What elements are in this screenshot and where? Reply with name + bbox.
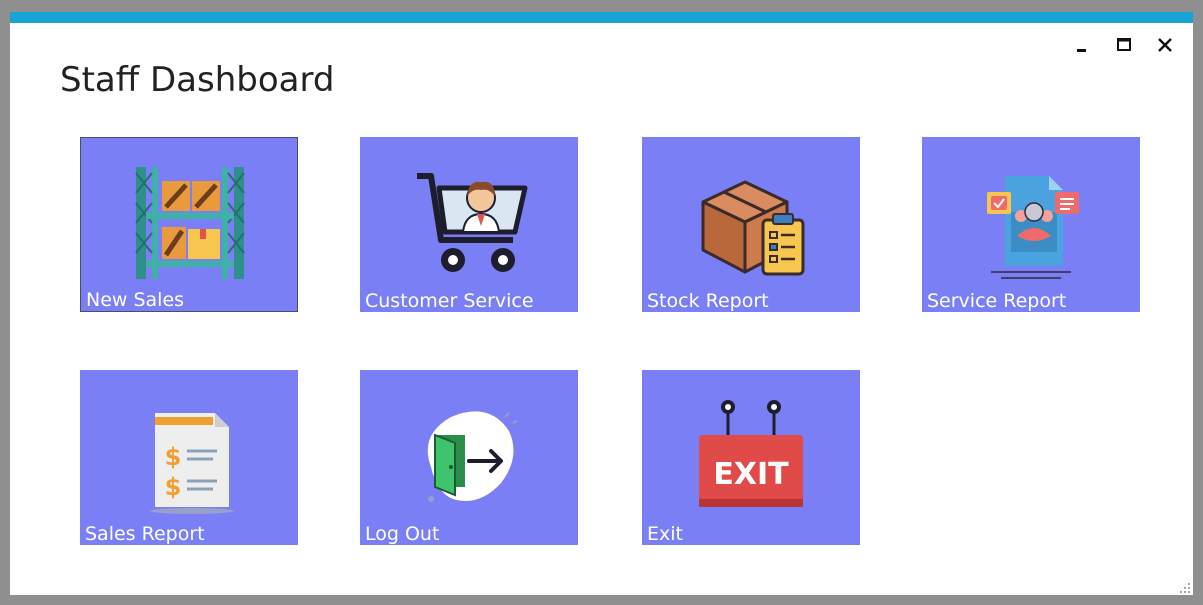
tile-label: Exit bbox=[647, 523, 683, 545]
tile-label: Stock Report bbox=[647, 290, 769, 312]
title-accent-bar bbox=[10, 12, 1193, 23]
box-clipboard-icon bbox=[691, 162, 811, 282]
tile-exit[interactable]: EXIT Exit bbox=[642, 370, 860, 545]
minimize-icon[interactable] bbox=[1072, 34, 1094, 56]
resize-grip-icon[interactable] bbox=[1177, 579, 1191, 593]
tile-new-sales[interactable]: New Sales bbox=[80, 137, 298, 312]
document-person-icon bbox=[971, 162, 1091, 282]
shopping-cart-person-icon bbox=[409, 162, 529, 282]
tile-label: Service Report bbox=[927, 290, 1067, 312]
tile-label: Log Out bbox=[365, 523, 440, 545]
close-icon[interactable] bbox=[1154, 34, 1176, 56]
tile-label: Customer Service bbox=[365, 290, 534, 312]
svg-text:$: $ bbox=[165, 473, 182, 501]
warehouse-shelves-icon bbox=[130, 163, 250, 283]
maximize-icon[interactable] bbox=[1113, 34, 1135, 56]
svg-text:$: $ bbox=[165, 443, 182, 471]
exit-sign-icon: EXIT bbox=[691, 395, 811, 515]
tile-service-report[interactable]: Service Report bbox=[922, 137, 1140, 312]
tile-label: New Sales bbox=[86, 289, 185, 311]
page-title: Staff Dashboard bbox=[60, 60, 335, 100]
tile-sales-report[interactable]: $ $ Sales Report bbox=[80, 370, 298, 545]
dollar-document-icon: $ $ bbox=[129, 395, 249, 515]
tile-log-out[interactable]: Log Out bbox=[360, 370, 578, 545]
tile-stock-report[interactable]: Stock Report bbox=[642, 137, 860, 312]
tile-customer-service[interactable]: Customer Service bbox=[360, 137, 578, 312]
svg-text:EXIT: EXIT bbox=[713, 457, 789, 492]
door-arrow-icon bbox=[409, 395, 529, 515]
tile-label: Sales Report bbox=[85, 523, 205, 545]
